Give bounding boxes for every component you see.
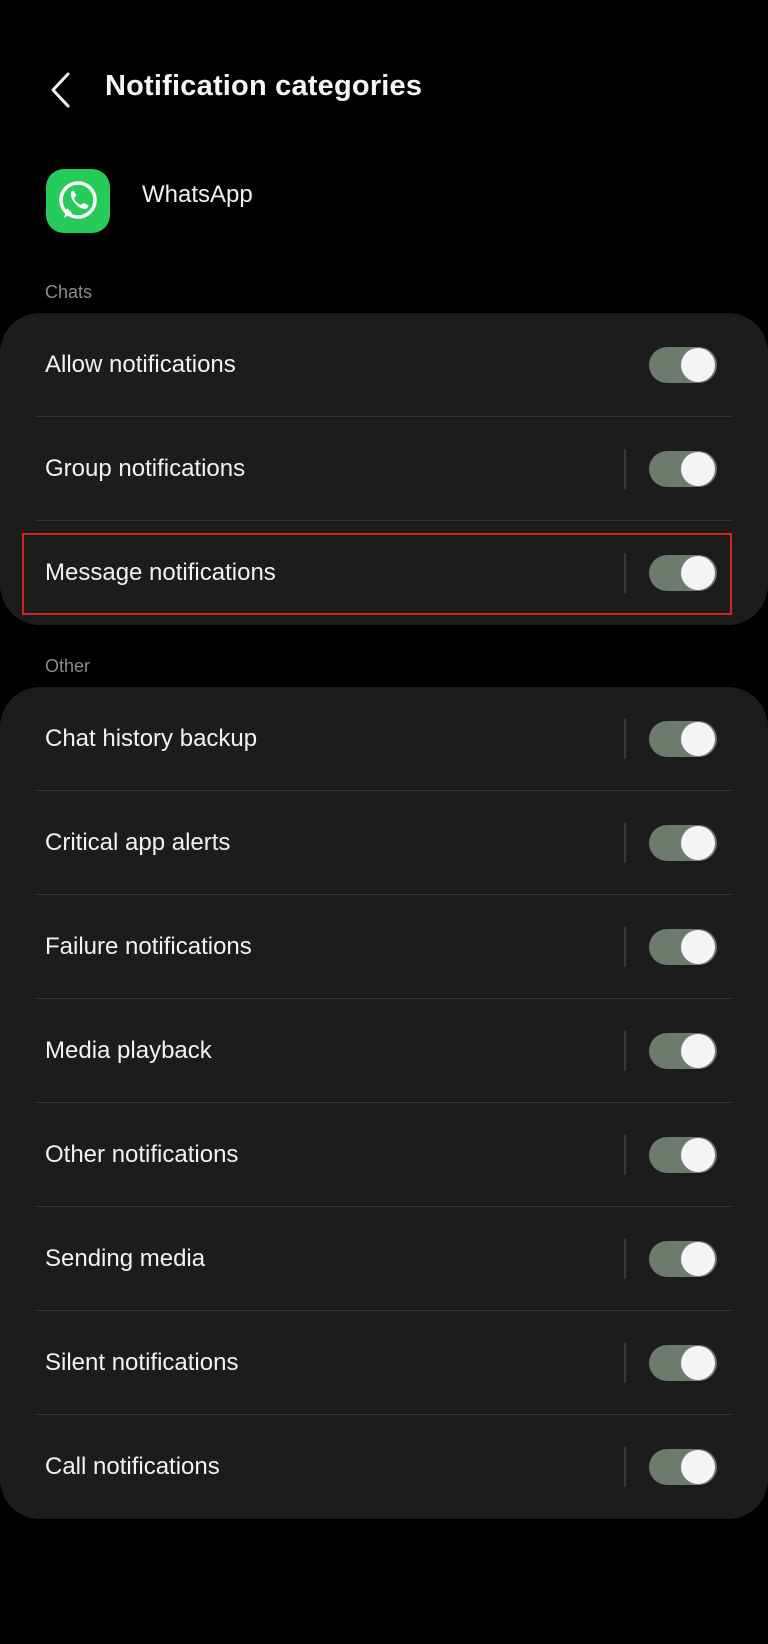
back-button[interactable] (36, 66, 84, 114)
app-name: WhatsApp (142, 181, 253, 208)
toggle-knob (681, 722, 715, 756)
category-row-message-notifications[interactable]: Message notifications (0, 521, 768, 625)
row-label: Chat history backup (45, 725, 258, 752)
chevron-left-icon (51, 72, 70, 108)
vertical-separator (624, 1031, 626, 1071)
vertical-separator (624, 1343, 626, 1383)
section-label-chats: Chats (45, 282, 93, 302)
toggle-knob (681, 452, 715, 486)
row-label: Silent notifications (45, 1349, 239, 1376)
toggle-knob (681, 556, 715, 590)
sending-media-toggle[interactable] (649, 1241, 717, 1277)
vertical-separator (624, 1447, 626, 1487)
toggle-knob (681, 1138, 715, 1172)
page-title: Notification categories (105, 70, 423, 102)
other-notifications-toggle[interactable] (649, 1137, 717, 1173)
row-label: Allow notifications (45, 351, 236, 378)
silent-notifications-toggle[interactable] (649, 1345, 717, 1381)
vertical-separator (624, 1239, 626, 1279)
section-label-other: Other (45, 656, 91, 676)
toggle-knob (681, 1450, 715, 1484)
row-label: Other notifications (45, 1141, 239, 1168)
whatsapp-icon (46, 169, 110, 233)
category-row-sending-media[interactable]: Sending media (0, 1207, 768, 1311)
category-row-call-notifications[interactable]: Call notifications (0, 1415, 768, 1519)
critical-app-alerts-toggle[interactable] (649, 825, 717, 861)
chat-history-backup-toggle[interactable] (649, 721, 717, 757)
category-row-other-notifications[interactable]: Other notifications (0, 1103, 768, 1207)
header: Notification categories (0, 40, 768, 140)
toggle-knob (681, 348, 715, 382)
vertical-separator (624, 1135, 626, 1175)
category-row-group-notifications[interactable]: Group notifications (0, 417, 768, 521)
toggle-knob (681, 1034, 715, 1068)
row-label: Media playback (45, 1037, 212, 1064)
vertical-separator (624, 553, 626, 593)
category-row-media-playback[interactable]: Media playback (0, 999, 768, 1103)
category-row-allow-notifications[interactable]: Allow notifications (0, 313, 768, 417)
vertical-separator (624, 719, 626, 759)
call-notifications-toggle[interactable] (649, 1449, 717, 1485)
toggle-knob (681, 1346, 715, 1380)
category-row-critical-app-alerts[interactable]: Critical app alerts (0, 791, 768, 895)
category-row-silent-notifications[interactable]: Silent notifications (0, 1311, 768, 1415)
row-label: Failure notifications (45, 933, 252, 960)
failure-notifications-toggle[interactable] (649, 929, 717, 965)
row-label: Sending media (45, 1245, 206, 1272)
vertical-separator (624, 823, 626, 863)
category-row-chat-history-backup[interactable]: Chat history backup (0, 687, 768, 791)
vertical-separator (624, 449, 626, 489)
other-card: Chat history backup Critical app alerts … (0, 687, 768, 1519)
message-notifications-toggle[interactable] (649, 555, 717, 591)
toggle-knob (681, 826, 715, 860)
category-row-failure-notifications[interactable]: Failure notifications (0, 895, 768, 999)
group-notifications-toggle[interactable] (649, 451, 717, 487)
media-playback-toggle[interactable] (649, 1033, 717, 1069)
row-label: Call notifications (45, 1453, 220, 1480)
row-label: Message notifications (45, 559, 276, 586)
chats-card: Allow notifications Group notifications … (0, 313, 768, 625)
app-header: WhatsApp (0, 165, 768, 235)
allow-notifications-toggle[interactable] (649, 347, 717, 383)
row-label: Critical app alerts (45, 829, 231, 856)
row-label: Group notifications (45, 455, 246, 482)
toggle-knob (681, 930, 715, 964)
vertical-separator (624, 927, 626, 967)
toggle-knob (681, 1242, 715, 1276)
